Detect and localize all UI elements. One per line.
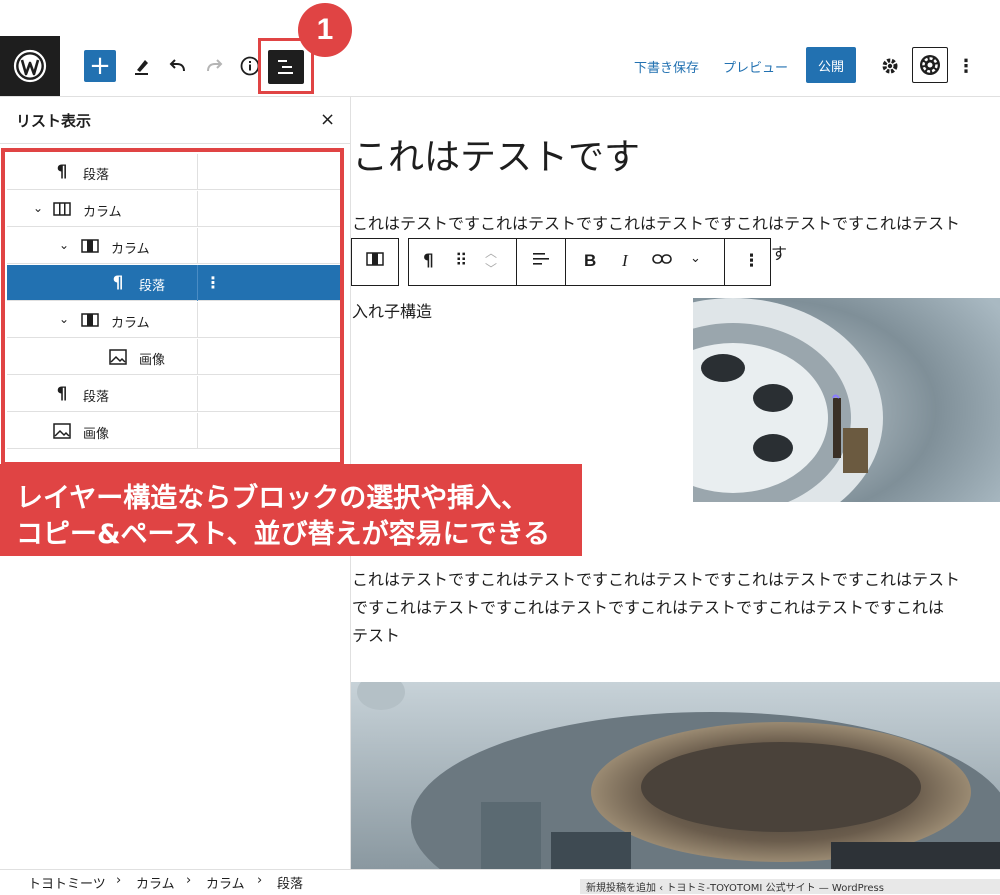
redo-icon[interactable] bbox=[198, 50, 230, 82]
bold-icon[interactable]: B bbox=[584, 251, 596, 271]
format-group: B I ⌄ bbox=[565, 238, 725, 286]
breadcrumb-item[interactable]: トヨトミーツ bbox=[28, 873, 106, 892]
paragraph-text[interactable]: これはテストですこれはテストですこれはテストですこれはテストですこれはテスト bbox=[352, 210, 960, 238]
nested-paragraph[interactable]: 入れ子構造 bbox=[352, 298, 432, 326]
paragraph-text[interactable]: テスト bbox=[352, 622, 400, 650]
tools-edit-icon[interactable] bbox=[126, 50, 158, 82]
column-icon bbox=[366, 251, 384, 271]
step-badge: 1 bbox=[298, 3, 352, 57]
italic-icon[interactable]: I bbox=[622, 251, 628, 271]
breadcrumb-item[interactable]: カラム bbox=[206, 873, 245, 892]
paragraph-text[interactable]: す bbox=[771, 240, 787, 268]
more-options-icon: ⋮ bbox=[743, 251, 760, 271]
plugin-settings-button[interactable] bbox=[912, 47, 948, 83]
image-block[interactable] bbox=[693, 298, 1000, 502]
move-up-down-icon[interactable]: ︿ ﹀ bbox=[485, 245, 497, 277]
browser-status-bar: 新規投稿を追加 ‹ トヨトミ-TOYOTOMI 公式サイト — WordPres… bbox=[580, 879, 1000, 894]
add-block-button[interactable]: + bbox=[84, 50, 116, 82]
callout-text-line1: レイヤー構造ならブロックの選択や挿入、 bbox=[16, 483, 529, 514]
sidebar-title: リスト表示 bbox=[16, 112, 92, 130]
save-draft-button[interactable]: 下書き保存 bbox=[634, 57, 699, 76]
paragraph-icon[interactable]: ¶ bbox=[423, 251, 434, 271]
breadcrumb-separator: › bbox=[116, 873, 122, 888]
paragraph-text[interactable]: ですこれはテストですこれはテストですこれはテストですこれはテストですこれは bbox=[352, 594, 944, 622]
align-left-icon bbox=[532, 251, 550, 272]
undo-icon[interactable] bbox=[162, 50, 194, 82]
breadcrumb-separator: › bbox=[186, 873, 192, 888]
align-button[interactable] bbox=[516, 238, 566, 286]
settings-gear-icon[interactable] bbox=[874, 50, 906, 82]
plugin-badge-icon bbox=[920, 55, 940, 75]
more-options-icon[interactable]: ⋮ bbox=[950, 50, 982, 82]
publish-button[interactable]: 公開 bbox=[806, 47, 856, 83]
close-icon[interactable]: × bbox=[320, 109, 335, 130]
link-icon[interactable] bbox=[652, 251, 672, 271]
block-type-button[interactable] bbox=[351, 238, 399, 286]
block-options-button[interactable]: ⋮ bbox=[724, 238, 771, 286]
block-toolbar: ¶ ⠿ ︿ ﹀ B I ⌄ ⋮ bbox=[351, 238, 771, 286]
wordpress-logo-icon[interactable] bbox=[0, 36, 60, 96]
breadcrumb-item[interactable]: カラム bbox=[136, 873, 175, 892]
callout-text-line2: コピー&ペースト、並び替えが容易にできる bbox=[16, 519, 551, 550]
paragraph-text[interactable]: これはテストですこれはテストですこれはテストですこれはテストですこれはテスト bbox=[352, 566, 960, 594]
breadcrumb-item[interactable]: 段落 bbox=[277, 873, 303, 892]
breadcrumb-separator: › bbox=[257, 873, 263, 888]
chevron-down-icon[interactable]: ⌄ bbox=[690, 251, 701, 266]
image-block[interactable] bbox=[351, 682, 1000, 869]
list-view-highlight-frame bbox=[1, 148, 344, 466]
divider bbox=[0, 143, 350, 144]
post-title[interactable]: これはテストです bbox=[352, 128, 640, 180]
preview-button[interactable]: プレビュー bbox=[723, 57, 788, 76]
drag-handle-icon[interactable]: ⠿ bbox=[455, 251, 467, 271]
block-mover-group: ¶ ⠿ ︿ ﹀ bbox=[408, 238, 517, 286]
